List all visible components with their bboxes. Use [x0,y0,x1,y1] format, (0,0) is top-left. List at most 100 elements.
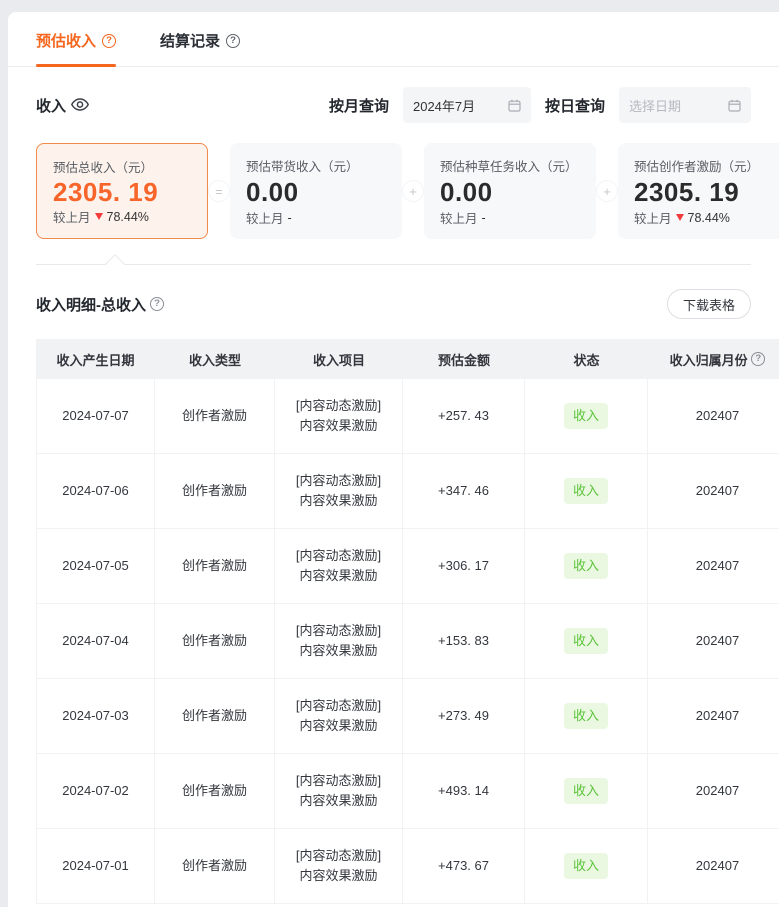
header-amount: 预估金额 [403,350,525,369]
table-body: 2024-07-07 创作者激励 [内容动态激励] 内容效果激励 +257. 4… [36,379,779,904]
project-line-2: 内容效果激励 [299,566,377,586]
cell-type: 创作者激励 [155,529,275,603]
tab-bar: 预估收入 结算记录 [8,12,779,67]
project-line-2: 内容效果激励 [299,416,377,436]
active-card-caret [105,254,125,274]
card-label: 预估种草任务收入（元） [440,156,580,175]
cell-status: 收入 [525,529,648,603]
help-icon[interactable] [226,34,240,48]
cell-status: 收入 [525,379,648,453]
project-line-1: [内容动态激励] [296,696,381,716]
cell-month: 202407 [648,754,779,828]
project-line-2: 内容效果激励 [299,866,377,886]
tab-estimated-income[interactable]: 预估收入 [36,30,116,66]
tab-settlement-records[interactable]: 结算记录 [160,30,240,66]
cell-amount: +473. 67 [403,829,525,903]
table-row: 2024-07-05 创作者激励 [内容动态激励] 内容效果激励 +306. 1… [36,529,779,604]
calendar-icon [508,99,521,112]
cell-date: 2024-07-04 [36,604,155,678]
project-line-1: [内容动态激励] [296,621,381,641]
card-compare: 较上月 - [246,208,386,227]
header-date: 收入产生日期 [36,350,155,369]
download-table-button[interactable]: 下载表格 [667,289,751,319]
cell-status: 收入 [525,829,648,903]
calendar-icon [728,99,741,112]
card-compare: 较上月 78.44% [634,208,771,227]
day-picker-placeholder: 选择日期 [629,96,681,115]
detail-header: 收入明细-总收入 下载表格 [36,289,751,319]
date-filters: 按月查询 2024年7月 按日查询 选择日期 [329,87,751,123]
card-total-income[interactable]: 预估总收入（元） 2305. 19 较上月 78.44% [36,143,208,239]
cell-month: 202407 [648,679,779,753]
eye-icon[interactable] [71,98,89,112]
cell-project: [内容动态激励] 内容效果激励 [275,829,403,903]
cell-month: 202407 [648,604,779,678]
cell-type: 创作者激励 [155,604,275,678]
card-value: 2305. 19 [634,179,771,205]
cell-month: 202407 [648,829,779,903]
table-row: 2024-07-07 创作者激励 [内容动态激励] 内容效果激励 +257. 4… [36,379,779,454]
table-row: 2024-07-03 创作者激励 [内容动态激励] 内容效果激励 +273. 4… [36,679,779,754]
day-query-label: 按日查询 [545,95,605,116]
card-value: 0.00 [440,179,580,205]
status-badge: 收入 [564,778,608,804]
project-line-1: [内容动态激励] [296,471,381,491]
project-line-2: 内容效果激励 [299,791,377,811]
card-label: 预估创作者激励（元） [634,156,771,175]
card-goods-income[interactable]: 预估带货收入（元） 0.00 较上月 - [230,143,402,239]
cell-month: 202407 [648,379,779,453]
cell-project: [内容动态激励] 内容效果激励 [275,529,403,603]
detail-title: 收入明细-总收入 [36,294,164,315]
cell-date: 2024-07-05 [36,529,155,603]
day-picker[interactable]: 选择日期 [619,87,751,123]
arrow-down-icon [676,214,684,221]
cell-status: 收入 [525,454,648,528]
cell-status: 收入 [525,754,648,828]
help-icon[interactable] [102,34,116,48]
cell-amount: +153. 83 [403,604,525,678]
operator-plus: + [402,143,424,239]
income-label: 收入 [36,95,66,116]
month-picker-value: 2024年7月 [413,96,475,115]
card-compare: 较上月 78.44% [53,207,191,226]
cell-type: 创作者激励 [155,454,275,528]
help-icon[interactable] [751,352,765,366]
main-panel: 预估收入 结算记录 收入 按月查询 2024年7月 [8,12,779,907]
help-icon[interactable] [150,297,164,311]
card-value: 2305. 19 [53,179,191,205]
tab-settlement-records-label: 结算记录 [160,30,220,51]
card-seeding-task-income[interactable]: 预估种草任务收入（元） 0.00 较上月 - [424,143,596,239]
project-line-2: 内容效果激励 [299,641,377,661]
table-row: 2024-07-06 创作者激励 [内容动态激励] 内容效果激励 +347. 4… [36,454,779,529]
cell-project: [内容动态激励] 内容效果激励 [275,379,403,453]
stat-cards: 预估总收入（元） 2305. 19 较上月 78.44% = 预估带货收入（元）… [36,143,779,239]
cell-project: [内容动态激励] 内容效果激励 [275,754,403,828]
cell-amount: +273. 49 [403,679,525,753]
table-row: 2024-07-02 创作者激励 [内容动态激励] 内容效果激励 +493. 1… [36,754,779,829]
status-badge: 收入 [564,703,608,729]
cell-amount: +257. 43 [403,379,525,453]
cell-month: 202407 [648,454,779,528]
cell-date: 2024-07-06 [36,454,155,528]
month-picker[interactable]: 2024年7月 [403,87,531,123]
toolbar: 收入 按月查询 2024年7月 按日查询 选择日期 [36,87,751,123]
cell-amount: +493. 14 [403,754,525,828]
card-label: 预估带货收入（元） [246,156,386,175]
cell-project: [内容动态激励] 内容效果激励 [275,604,403,678]
project-line-1: [内容动态激励] [296,771,381,791]
project-line-1: [内容动态激励] [296,396,381,416]
status-badge: 收入 [564,628,608,654]
section-divider [36,264,751,265]
cell-type: 创作者激励 [155,829,275,903]
status-badge: 收入 [564,478,608,504]
cell-month: 202407 [648,529,779,603]
project-line-2: 内容效果激励 [299,491,377,511]
cell-status: 收入 [525,679,648,753]
cell-project: [内容动态激励] 内容效果激励 [275,679,403,753]
project-line-1: [内容动态激励] [296,846,381,866]
cell-date: 2024-07-02 [36,754,155,828]
header-project: 收入项目 [275,350,403,369]
month-query-label: 按月查询 [329,95,389,116]
card-creator-incentive[interactable]: 预估创作者激励（元） 2305. 19 较上月 78.44% [618,143,779,239]
cell-date: 2024-07-07 [36,379,155,453]
